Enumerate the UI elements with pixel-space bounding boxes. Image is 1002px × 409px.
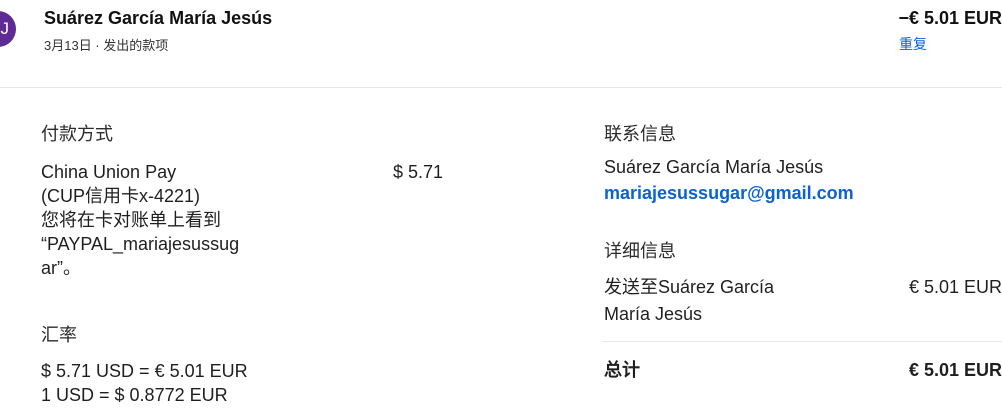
total-label: 总计 bbox=[604, 360, 640, 380]
counterparty-name: Suárez García María Jesús bbox=[44, 8, 273, 28]
exchange-rate-line-1: $ 5.71 USD = € 5.01 EUR bbox=[41, 361, 248, 381]
payment-method-line-4: “PAYPAL_mariajesussug bbox=[41, 234, 240, 254]
payment-method-heading: 付款方式 bbox=[41, 124, 113, 144]
header-divider bbox=[0, 87, 1002, 88]
payment-method-line-5: ar”。 bbox=[41, 258, 81, 278]
details-heading: 详细信息 bbox=[604, 241, 676, 261]
payment-method-amount: $ 5.71 bbox=[393, 162, 444, 182]
sent-amount: € 5.01 EUR bbox=[908, 277, 1002, 297]
contact-name: Suárez García María Jesús bbox=[604, 157, 824, 177]
total-divider bbox=[603, 341, 1002, 342]
avatar: IJ bbox=[0, 11, 16, 47]
contact-heading: 联系信息 bbox=[604, 124, 676, 144]
exchange-rate-line-2: 1 USD = $ 0.8772 EUR bbox=[41, 385, 228, 405]
total-amount: € 5.01 EUR bbox=[908, 360, 1002, 380]
exchange-rate-heading: 汇率 bbox=[41, 325, 77, 345]
transaction-subtitle: 3月13日 · 发出的款项 bbox=[44, 38, 169, 53]
sent-to-line-1: 发送至Suárez García bbox=[604, 277, 775, 297]
payment-method-line-3: 您将在卡对账单上看到 bbox=[41, 210, 221, 230]
payment-method-line-1: China Union Pay bbox=[41, 162, 177, 182]
sent-to-line-2: María Jesús bbox=[604, 304, 703, 324]
repeat-link[interactable]: 重复 bbox=[899, 34, 927, 54]
contact-email-link[interactable]: mariajesussugar@gmail.com bbox=[604, 183, 854, 204]
transaction-amount: −€ 5.01 EUR bbox=[898, 8, 1002, 28]
payment-method-line-2: (CUP信用卡x-4221) bbox=[41, 186, 201, 206]
